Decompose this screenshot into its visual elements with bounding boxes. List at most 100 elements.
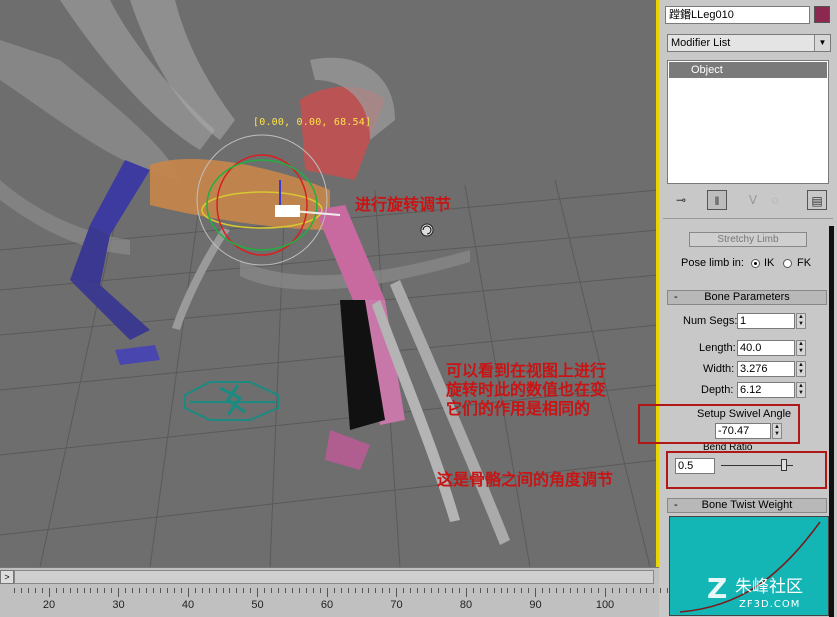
stack-toolbar: ⊸ ‖ Ⅴ ◌ ▤ xyxy=(667,190,831,212)
left-leg-bone xyxy=(90,160,150,235)
ruler-tick xyxy=(444,588,446,593)
ruler-tick xyxy=(215,588,217,593)
ruler-tick xyxy=(451,588,453,593)
ruler-tick xyxy=(549,588,551,593)
ruler-tick xyxy=(340,588,342,593)
configure-modifier-sets-icon[interactable]: ▤ xyxy=(807,190,827,210)
ruler-tick xyxy=(458,588,460,593)
same-value-annotation-line3: 它们的作用是相同的 xyxy=(446,399,591,418)
panel-scrollbar[interactable] xyxy=(829,226,834,617)
ruler-tick xyxy=(187,588,189,597)
ruler-tick xyxy=(27,588,29,593)
right-foot-bone xyxy=(325,430,370,470)
ruler-tick xyxy=(257,588,259,597)
time-slider-track[interactable] xyxy=(14,570,654,584)
ruler-tick xyxy=(319,588,321,593)
bone-parameters-rollout-header[interactable]: - Bone Parameters xyxy=(667,290,827,305)
ruler-tick xyxy=(417,588,419,593)
num-segs-spinner[interactable]: ▲ ▼ xyxy=(796,313,806,329)
ruler-tick xyxy=(125,588,127,593)
ruler-tick xyxy=(97,588,99,593)
ruler-tick xyxy=(507,588,509,593)
divider xyxy=(663,218,833,219)
ruler-tick xyxy=(431,588,432,593)
collapse-icon: - xyxy=(674,291,678,303)
ruler-tick xyxy=(14,588,15,593)
ruler-tick xyxy=(479,588,481,593)
ruler-tick xyxy=(118,588,120,597)
ruler-tick xyxy=(153,588,154,593)
ruler-tick xyxy=(472,588,474,593)
ruler-tick xyxy=(660,588,662,593)
ruler-tick xyxy=(500,588,502,593)
pose-ik-radio[interactable] xyxy=(751,259,760,268)
object-color-swatch[interactable] xyxy=(814,6,830,23)
ruler-tick xyxy=(618,588,620,593)
ruler-tick xyxy=(521,588,523,593)
stack-item-object[interactable]: Object xyxy=(669,62,827,78)
make-unique-icon[interactable]: Ⅴ xyxy=(743,190,763,210)
width-spinner[interactable]: ▲ ▼ xyxy=(796,361,806,377)
width-label: Width: xyxy=(703,363,735,375)
pose-fk-radio[interactable] xyxy=(783,259,792,268)
ruler-tick xyxy=(312,588,314,593)
ruler-tick xyxy=(132,588,134,593)
ruler-tick xyxy=(625,588,627,593)
num-segs-input[interactable]: 1 xyxy=(737,313,795,329)
ruler-tick xyxy=(361,588,363,593)
zf3d-watermark: Z 朱峰社区 ZF3D.COM xyxy=(707,572,803,610)
length-input[interactable]: 40.0 xyxy=(737,340,795,356)
ruler-tick xyxy=(305,588,307,593)
ruler-tick xyxy=(403,588,405,593)
ruler-tick xyxy=(639,588,641,593)
remove-modifier-icon[interactable]: ◌ xyxy=(765,190,785,210)
ruler-tick xyxy=(437,588,439,593)
ruler-label: 70 xyxy=(390,599,403,611)
length-label: Length: xyxy=(699,342,736,354)
rotate-cursor-icon xyxy=(420,223,434,237)
time-slider-arrow[interactable]: > xyxy=(0,570,14,584)
ruler-tick xyxy=(563,588,565,593)
coordinate-readout: [0.00, 0.00, 68.54] xyxy=(253,117,372,128)
ruler-label: 40 xyxy=(181,599,195,611)
object-name-field[interactable]: 蹚鍲LLeg010 xyxy=(665,6,810,24)
stretchy-limb-button[interactable]: Stretchy Limb xyxy=(689,232,807,247)
ruler-tick xyxy=(354,588,356,593)
depth-input[interactable]: 6.12 xyxy=(737,382,795,398)
ruler-tick xyxy=(278,588,280,593)
ruler-tick xyxy=(111,588,113,593)
ruler-tick xyxy=(570,588,571,593)
ruler-tick xyxy=(424,588,426,593)
ruler-tick xyxy=(48,588,50,597)
ruler-tick xyxy=(493,588,495,593)
ruler-tick xyxy=(604,588,606,597)
show-end-result-icon[interactable]: ‖ xyxy=(707,190,727,210)
bone-parameters-title: Bone Parameters xyxy=(704,291,790,303)
ruler-tick xyxy=(271,588,273,593)
depth-spinner[interactable]: ▲ ▼ xyxy=(796,382,806,398)
pose-fk-label: FK xyxy=(797,257,812,269)
pin-stack-icon[interactable]: ⊸ xyxy=(671,190,691,210)
perspective-viewport[interactable]: [0.00, 0.00, 68.54] 进行旋转调节 可以看到在视图上进行 旋转… xyxy=(0,0,658,567)
right-leg-bone xyxy=(315,205,385,305)
width-input[interactable]: 3.276 xyxy=(737,361,795,377)
timeline[interactable]: > 20 30 40 50 60 70 80 90 100 xyxy=(0,567,669,617)
ruler-tick xyxy=(236,588,238,593)
ruler-tick xyxy=(514,588,516,593)
ruler-tick xyxy=(326,588,328,597)
modifier-stack[interactable]: Object xyxy=(667,60,829,184)
ruler-tick xyxy=(264,588,266,593)
ruler-tick xyxy=(389,588,391,593)
ruler-tick xyxy=(194,588,196,593)
left-leg-bone xyxy=(70,280,150,340)
ruler-tick xyxy=(180,588,182,593)
same-value-annotation-line1: 可以看到在视图上进行 xyxy=(446,361,607,380)
bone-twist-weight-rollout-header[interactable]: - Bone Twist Weight xyxy=(667,498,827,513)
ruler-tick xyxy=(528,588,530,593)
ruler-tick xyxy=(83,588,85,593)
ruler-tick xyxy=(69,588,71,593)
pose-limb-label: Pose limb in: xyxy=(681,257,744,269)
modifier-list-dropdown[interactable]: Modifier List ▼ xyxy=(667,34,831,52)
length-spinner[interactable]: ▲ ▼ xyxy=(796,340,806,356)
ruler-tick xyxy=(62,588,64,593)
